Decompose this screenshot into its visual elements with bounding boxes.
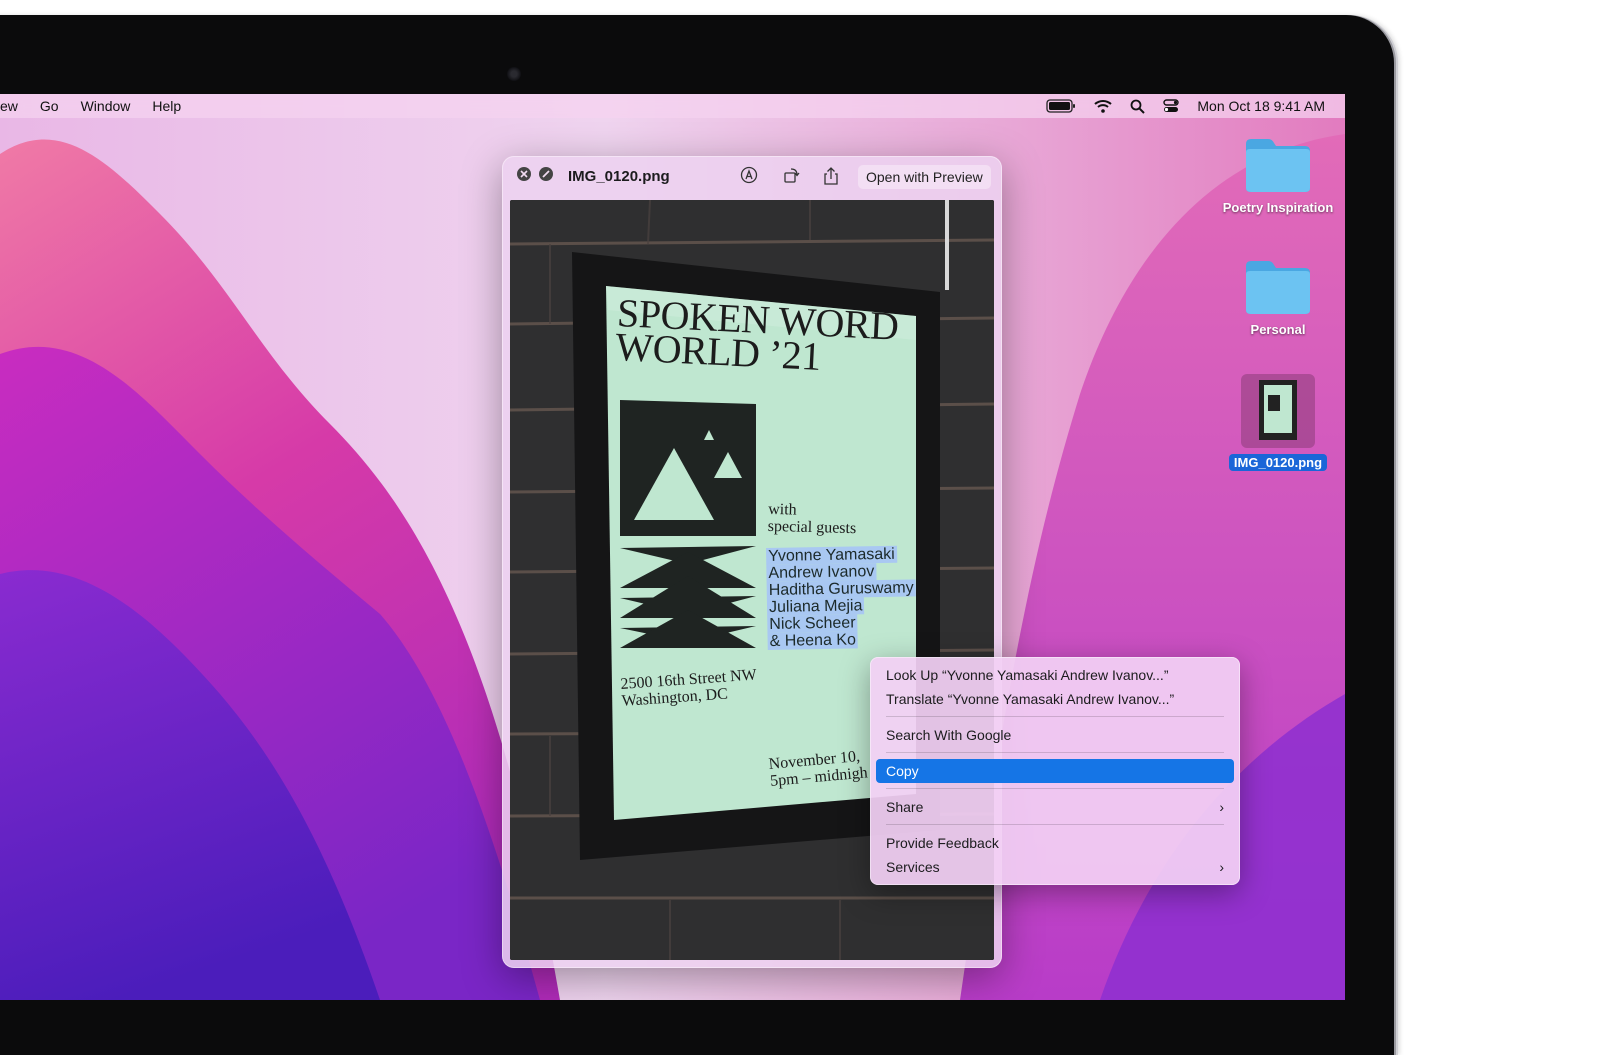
menu-item-services[interactable]: Services › [876,855,1234,879]
desktop-screen: ew Go Window Help Mon Oct 18 9:41 AM Poe… [0,94,1345,1000]
menu-help[interactable]: Help [152,98,181,114]
chevron-right-icon: › [1219,859,1224,875]
menu-separator [886,788,1224,789]
folder-label: Poetry Inspiration [1222,200,1334,215]
control-center-icon[interactable] [1163,99,1180,113]
guest-line: Haditha Guruswamy [766,579,916,599]
menu-separator [886,752,1224,753]
poster-title: SPOKEN WORD WORLD ’21 [614,290,918,379]
spotlight-search-icon[interactable] [1130,99,1146,114]
poster-special-text: special guests [767,517,857,538]
menu-item-translate[interactable]: Translate “Yvonne Yamasaki Andrew Ivanov… [876,687,1234,711]
battery-icon[interactable] [1046,99,1076,113]
folder-icon [1246,139,1310,192]
folder-label: Personal [1250,322,1306,337]
menu-clock[interactable]: Mon Oct 18 9:41 AM [1197,98,1325,114]
menu-item-share[interactable]: Share › [876,795,1234,819]
quicklook-title: IMG_0120.png [568,168,670,185]
menu-item-search-google[interactable]: Search With Google [876,723,1234,747]
menu-separator [886,824,1224,825]
desktop-folder-personal[interactable]: Personal [1213,258,1343,337]
share-icon[interactable] [822,166,840,191]
guest-line: & Heena Ko [767,631,859,650]
menu-item-share-label: Share [886,799,924,815]
desktop-folder-poetry[interactable]: Poetry Inspiration [1213,136,1343,215]
fullscreen-icon[interactable] [538,166,554,187]
guest-line: Yvonne Yamasaki [766,545,897,565]
context-menu: Look Up “Yvonne Yamasaki Andrew Ivanov..… [870,657,1240,885]
file-label: IMG_0120.png [1228,454,1328,471]
menu-item-look-up[interactable]: Look Up “Yvonne Yamasaki Andrew Ivanov..… [876,663,1234,687]
poster-guests[interactable]: Yvonne Yamasaki Andrew Ivanov Haditha Gu… [766,545,917,650]
menu-go[interactable]: Go [40,98,59,114]
menu-item-copy[interactable]: Copy [876,759,1234,783]
menu-view[interactable]: ew [0,98,18,114]
menu-window[interactable]: Window [81,98,131,114]
close-icon[interactable] [516,166,532,187]
menu-separator [886,716,1224,717]
desktop-file-img[interactable]: IMG_0120.png [1213,374,1343,471]
chevron-right-icon: › [1219,799,1224,815]
poster-with: with special guests [768,501,857,537]
markup-icon[interactable] [740,166,758,189]
open-with-preview-button[interactable]: Open with Preview [858,165,991,189]
camera-icon [507,67,521,81]
rotate-icon[interactable] [782,166,800,189]
menu-bar: ew Go Window Help Mon Oct 18 9:41 AM [0,94,1345,118]
quicklook-toolbar: IMG_0120.png Open with Preview [502,156,1002,198]
menu-item-services-label: Services [886,859,940,875]
menu-item-provide-feedback[interactable]: Provide Feedback [876,831,1234,855]
wifi-icon[interactable] [1094,99,1113,113]
file-thumbnail-icon [1241,374,1315,448]
folder-icon [1246,261,1310,314]
